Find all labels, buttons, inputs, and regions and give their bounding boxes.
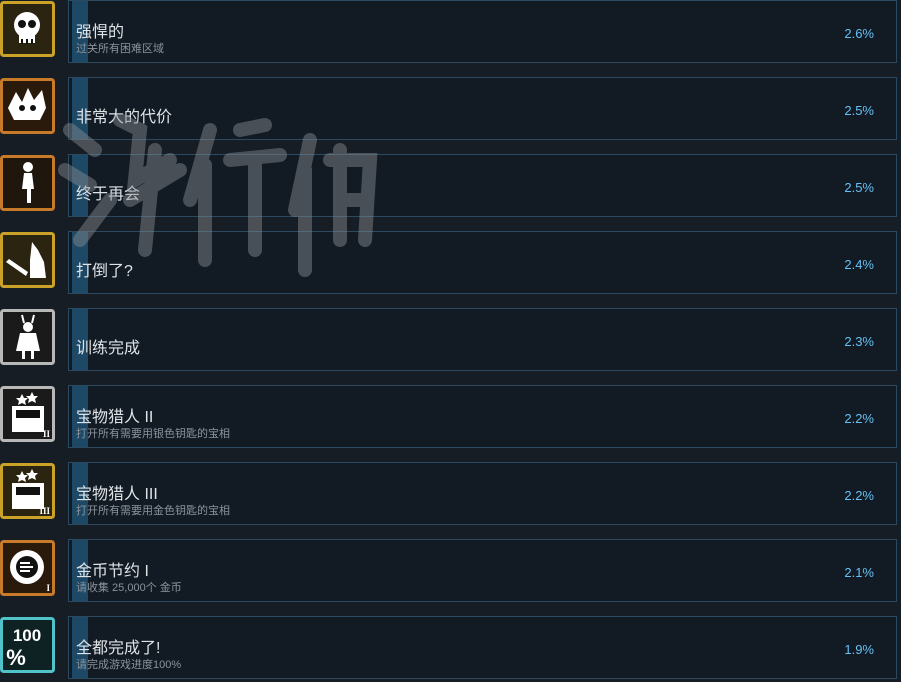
svg-text:I: I	[46, 583, 50, 593]
achievement-row[interactable]: 强悍的过关所有困难区域 2.6%	[0, 0, 901, 66]
achievement-row[interactable]: III 宝物猎人 III 打开所有需要用金色钥匙的宝相 2.2%	[0, 462, 901, 528]
unlock-percentage: 2.2%	[844, 488, 874, 503]
unlock-percentage: 2.1%	[844, 565, 874, 580]
achievement-row[interactable]: 打倒了? 2.4%	[0, 231, 901, 297]
hundred-percent-icon: 100 %	[0, 617, 55, 673]
achievement-description: 请完成游戏进度100%	[76, 659, 182, 671]
skull-icon	[0, 1, 55, 57]
unlock-percentage: 2.6%	[844, 26, 874, 41]
achievement-card: 非常大的代价 2.5%	[68, 77, 897, 140]
sword-warrior-icon	[0, 232, 55, 288]
unlock-percentage: 2.2%	[844, 411, 874, 426]
silhouette-icon	[0, 155, 55, 211]
achievement-title: 训练完成	[76, 340, 141, 357]
achievement-row[interactable]: 终于再会 2.5%	[0, 154, 901, 220]
achievement-card: 打倒了? 2.4%	[68, 231, 897, 294]
svg-text:%: %	[6, 645, 26, 670]
achievement-card: 金币节约 I 请收集 25,000个 金币 2.1%	[68, 539, 897, 602]
monster-icon	[0, 78, 55, 134]
svg-text:100: 100	[13, 626, 41, 645]
treasure-chest-icon: III	[0, 463, 55, 519]
achievement-title: 全都完成了!	[76, 640, 161, 657]
achievement-row[interactable]: 非常大的代价 2.5%	[0, 77, 901, 143]
achievement-title: 宝物猎人 III	[76, 486, 158, 503]
achievement-description: 过关所有困难区域	[76, 43, 164, 55]
unlock-percentage: 2.4%	[844, 257, 874, 272]
svg-text:II: II	[43, 429, 51, 439]
achievement-title: 强悍的	[76, 24, 125, 41]
achievement-description: 打开所有需要用银色钥匙的宝相	[76, 428, 230, 440]
svg-text:III: III	[39, 506, 50, 516]
trainee-icon	[0, 309, 55, 365]
unlock-percentage: 2.3%	[844, 334, 874, 349]
achievement-card: 训练完成 2.3%	[68, 308, 897, 371]
achievement-description: 打开所有需要用金色钥匙的宝相	[76, 505, 230, 517]
achievement-row[interactable]: 训练完成 2.3%	[0, 308, 901, 374]
treasure-chest-icon: II	[0, 386, 55, 442]
achievement-row[interactable]: 100 % 全都完成了! 请完成游戏进度100% 1.9%	[0, 616, 901, 682]
achievement-card: 终于再会 2.5%	[68, 154, 897, 217]
achievement-title: 金币节约 I	[76, 563, 149, 580]
achievement-description: 请收集 25,000个 金币	[76, 582, 182, 594]
achievement-card: 强悍的过关所有困难区域 2.6%	[68, 0, 897, 63]
achievement-title: 宝物猎人 II	[76, 409, 154, 426]
unlock-percentage: 2.5%	[844, 180, 874, 195]
coin-icon: I	[0, 540, 55, 596]
achievement-card: 全都完成了! 请完成游戏进度100% 1.9%	[68, 616, 897, 679]
achievement-title: 终于再会	[76, 186, 141, 203]
achievement-row[interactable]: I 金币节约 I 请收集 25,000个 金币 2.1%	[0, 539, 901, 605]
unlock-percentage: 1.9%	[844, 642, 874, 657]
achievement-card: 宝物猎人 II 打开所有需要用银色钥匙的宝相 2.2%	[68, 385, 897, 448]
unlock-percentage: 2.5%	[844, 103, 874, 118]
achievement-row[interactable]: II 宝物猎人 II 打开所有需要用银色钥匙的宝相 2.2%	[0, 385, 901, 451]
achievement-card: 宝物猎人 III 打开所有需要用金色钥匙的宝相 2.2%	[68, 462, 897, 525]
achievement-title: 非常大的代价	[76, 109, 173, 126]
achievement-title: 打倒了?	[76, 263, 133, 280]
